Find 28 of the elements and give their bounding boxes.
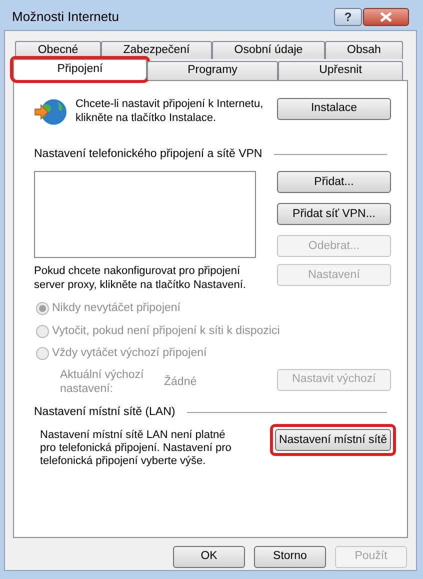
radio-label: Nikdy nevytáčet připojení	[52, 301, 180, 316]
group-heading: Nastavení telefonického připojení a sítě VPN	[34, 147, 262, 162]
close-icon	[380, 12, 392, 22]
connection-button[interactable]: Přidat...	[277, 171, 391, 194]
help-button[interactable]: ?	[334, 8, 362, 26]
tab[interactable]: Upřesnit	[278, 61, 403, 80]
connection-list[interactable]	[34, 171, 256, 258]
globe-icon	[34, 96, 68, 128]
tab[interactable]: Osobní údaje	[212, 41, 325, 59]
dialog-button[interactable]: Storno	[254, 546, 326, 568]
lan-text: Nastavení místní sítě LAN není platné pro telefonická připojení. Nastavení pro telefonická připojení vyberte výše.	[40, 429, 232, 468]
radio-label: Vytočit, pokud není připojení k síti k dispozici	[52, 324, 280, 338]
window-title: Možnosti Internetu	[12, 8, 119, 26]
group-heading: Nastavení místní sítě (LAN)	[34, 405, 176, 420]
radio-label: Vždy vytáčet výchozí připojení	[52, 346, 207, 361]
tab[interactable]: Připojení	[13, 59, 147, 80]
setup-text: Chcete-li nastavit připojení k Internetu, klikněte na tlačítko Instalace.	[75, 97, 264, 125]
tab[interactable]: Zabezpečení	[101, 41, 212, 59]
tab[interactable]: Obsah	[325, 41, 403, 59]
setup-button[interactable]: Instalace	[277, 98, 391, 120]
connection-button[interactable]: Přidat síť VPN...	[277, 203, 391, 226]
default-connection-label: Aktuální výchozí nastavení:	[60, 368, 145, 396]
proxy-text: Pokud chcete nakonfigurovat pro připojení server proxy, klikněte na tlačítko Nastavení.	[34, 264, 247, 292]
default-connection-value: Žádné	[164, 374, 197, 390]
dialog-button[interactable]: OK	[173, 546, 245, 568]
close-button[interactable]	[363, 8, 409, 26]
tab[interactable]: Programy	[147, 61, 278, 80]
lan-settings-button[interactable]: Nastavení místní sítě	[275, 429, 391, 452]
